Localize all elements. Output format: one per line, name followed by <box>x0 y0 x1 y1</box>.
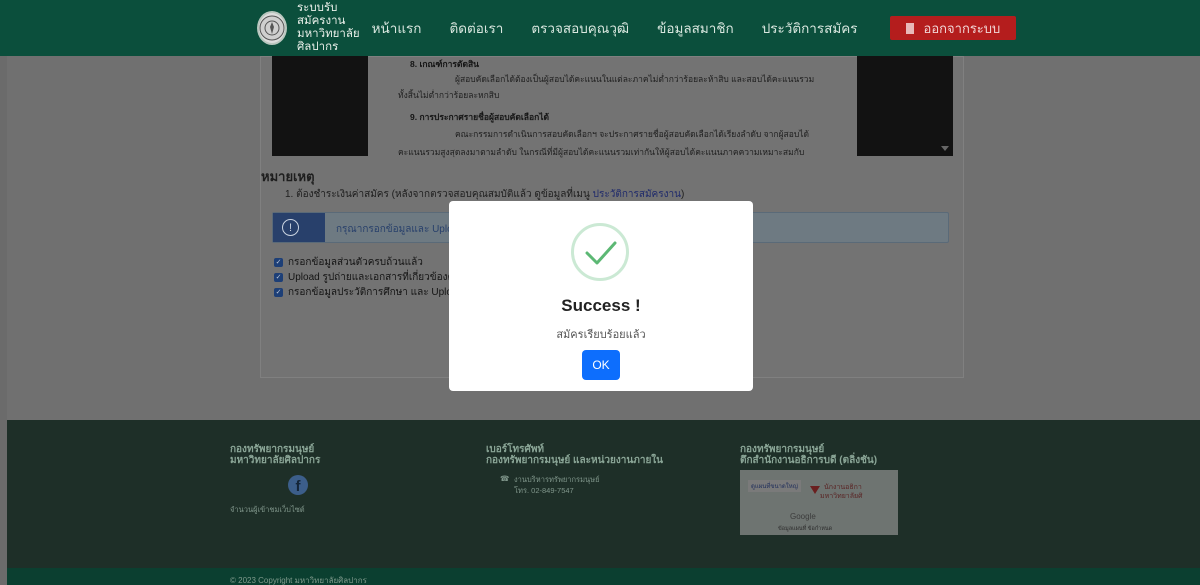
copyright: © 2023 Copyright มหาวิทยาลัยศิลปากร <box>230 576 367 585</box>
alert-icon-box: ! <box>273 213 325 242</box>
footer-col2-title1: เบอร์โทรศัพท์ <box>486 444 545 455</box>
footer-col1-title1: กองทรัพยากรมนุษย์ <box>230 444 315 455</box>
brand-line1: ระบบรับสมัครงาน <box>297 2 346 27</box>
checklist-item-personal-info: ✓ กรอกข้อมูลส่วนตัวครบถ้วนแล้ว <box>274 255 423 270</box>
notes-item-1-end: ) <box>680 189 685 200</box>
checkbox-checked-icon: ✓ <box>274 273 283 282</box>
application-history-link[interactable]: ประวัติการสมัครงาน <box>593 189 681 200</box>
notes-item-1: 1. ต้องชำระเงินค่าสมัคร (หลังจากตรวจสอบค… <box>285 187 684 202</box>
google-map[interactable]: ดูแผนที่ขนาดใหญ่ นักงานอธิกา มหาวิทยาลัย… <box>740 470 898 535</box>
ok-button[interactable]: OK <box>582 350 620 380</box>
checklist-item-upload-docs: ✓ Upload รูปถ่ายและเอกสารที่เกี่ยวข้องค <box>274 270 454 285</box>
visitor-count-label: จำนวนผู้เข้าชมเว็บไซต์ <box>230 505 305 514</box>
doc-section8-partial: 8. เกณฑ์การตัดสิน <box>410 59 479 69</box>
checklist-label: กรอกข้อมูลประวัติการศึกษา และ Uploa <box>288 287 458 298</box>
logout-label: ออกจากระบบ <box>923 20 1001 36</box>
info-icon: ! <box>282 219 299 236</box>
nav-application-history[interactable]: ประวัติการสมัคร <box>762 17 858 39</box>
nav-check-qualification[interactable]: ตรวจสอบคุณวุฒิ <box>531 17 629 39</box>
brand-line2: มหาวิทยาลัยศิลปากร <box>297 28 360 53</box>
modal-message: สมัครเรียบร้อยแล้ว <box>556 329 646 341</box>
nav-member-info[interactable]: ข้อมูลสมาชิก <box>657 17 734 39</box>
seal-icon <box>259 15 285 41</box>
document-viewer-left-edge <box>272 56 368 156</box>
checklist-label: กรอกข้อมูลส่วนตัวครบถ้วนแล้ว <box>288 257 423 268</box>
footer-col1-title2: มหาวิทยาลัยศิลปากร <box>230 455 321 466</box>
phone-number[interactable]: โทร. 02-849-7547 <box>514 485 574 497</box>
footer-col-university: กองทรัพยากรมนุษย์ มหาวิทยาลัยศิลปากร <box>230 444 320 466</box>
notes-item-1-text: 1. ต้องชำระเงินค่าสมัคร (หลังจากตรวจสอบค… <box>285 189 593 200</box>
checklist-item-education: ✓ กรอกข้อมูลประวัติการศึกษา และ Uploa <box>274 285 458 300</box>
map-footer: ข้อมูลแผนที่ ข้อกำหนด <box>778 526 833 532</box>
copyright-bar <box>7 568 1200 585</box>
facebook-icon[interactable]: f <box>288 475 308 495</box>
footer-col3-title2: ตึกสำนักงานอธิการบดี (ตลิ่งชัน) <box>740 455 878 466</box>
doc-line1: ผู้สอบคัดเลือกได้ต้องเป็นผู้สอบได้คะแนนใ… <box>455 74 815 84</box>
brand[interactable]: ระบบรับสมัครงาน มหาวิทยาลัยศิลปากร <box>297 2 360 54</box>
checklist-label: Upload รูปถ่ายและเอกสารที่เกี่ยวข้องค <box>288 272 455 283</box>
nav-contact[interactable]: ติดต่อเรา <box>449 17 503 39</box>
footer-col-phone: เบอร์โทรศัพท์ กองทรัพยากรมนุษย์ และหน่วย… <box>486 444 663 466</box>
doc-line3: คณะกรรมการดำเนินการสอบคัดเลือกฯ จะประกาศ… <box>455 129 810 139</box>
checkbox-checked-icon: ✓ <box>274 288 283 297</box>
notes-title: หมายเหตุ <box>261 169 315 184</box>
footer-col2-title2: กองทรัพยากรมนุษย์ และหน่วยงานภายใน <box>486 455 664 466</box>
navbar: ระบบรับสมัครงาน มหาวิทยาลัยศิลปากร หน้าแ… <box>0 0 1200 56</box>
footer <box>7 420 1200 568</box>
view-larger-map-link[interactable]: ดูแผนที่ขนาดใหญ่ <box>748 480 801 492</box>
logout-icon <box>905 22 914 34</box>
map-label-2: มหาวิทยาลัยศิ <box>820 493 863 500</box>
success-modal: Success ! สมัครเรียบร้อยแล้ว OK <box>449 201 753 391</box>
footer-col3-title1: กองทรัพยากรมนุษย์ <box>740 444 825 455</box>
modal-title: Success ! <box>561 296 641 315</box>
document-viewer-right-edge[interactable] <box>857 56 953 156</box>
scroll-down-arrow[interactable] <box>941 146 949 151</box>
google-logo: Google <box>790 512 816 521</box>
phone-icon: ☎ <box>500 474 510 483</box>
checkmark-icon <box>585 241 617 265</box>
footer-col-location: กองทรัพยากรมนุษย์ ตึกสำนักงานอธิการบดี (… <box>740 444 877 466</box>
doc-section9-title: 9. การประกาศรายชื่อผู้สอบคัดเลือกได้ <box>410 112 550 122</box>
checkbox-checked-icon: ✓ <box>274 258 283 267</box>
map-pin-icon <box>810 486 820 494</box>
nav-home[interactable]: หน้าแรก <box>372 17 422 39</box>
doc-line4: คะแนนรวมสูงสุดลงมาตามลำดับ ในกรณีที่มีผู… <box>398 147 805 157</box>
doc-line2: ทั้งสิ้นไม่ต่ำกว่าร้อยละหกสิบ <box>398 90 500 100</box>
logout-button[interactable]: ออกจากระบบ <box>889 16 1017 40</box>
success-check-icon <box>571 223 629 281</box>
university-logo[interactable] <box>257 11 287 45</box>
